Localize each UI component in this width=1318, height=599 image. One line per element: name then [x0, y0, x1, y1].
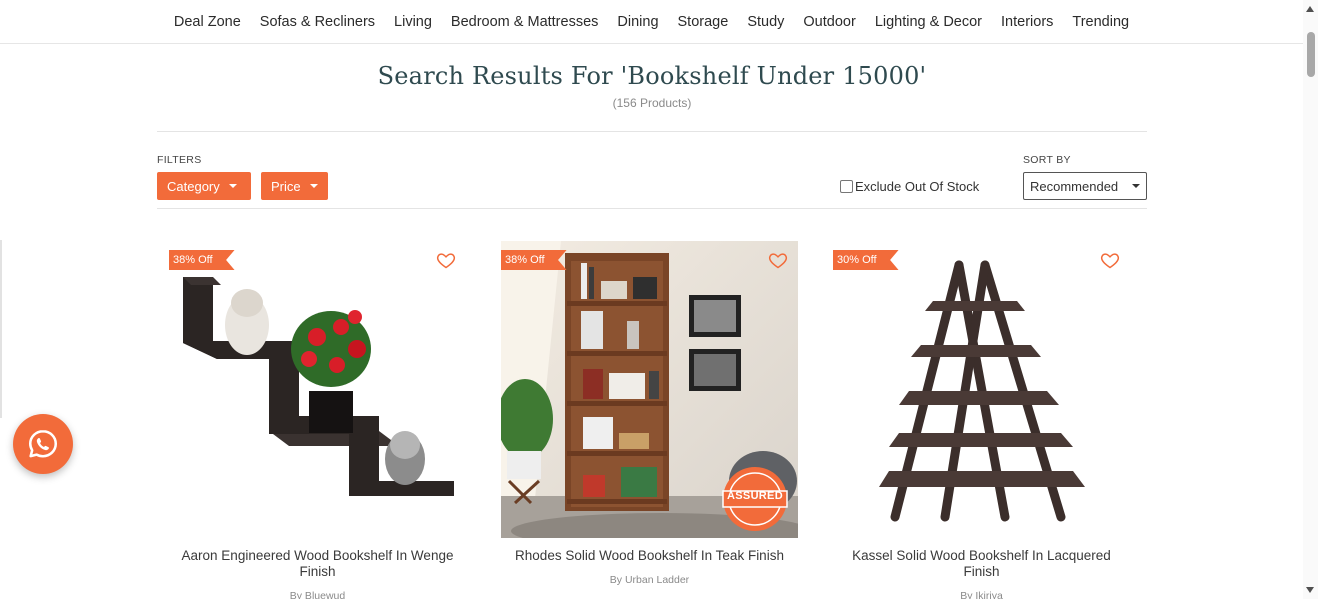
product-card[interactable]: 38% Off ASSURED Rhodes Solid Wood Booksh…	[501, 241, 798, 586]
page-scrollbar[interactable]	[1303, 0, 1318, 599]
product-name[interactable]: Rhodes Solid Wood Bookshelf In Teak Fini…	[501, 548, 798, 564]
divider	[157, 131, 1147, 132]
product-image[interactable]: 38% Off ASSURED	[501, 241, 798, 538]
price-filter-button[interactable]: Price	[261, 172, 328, 200]
discount-badge: 38% Off	[169, 250, 235, 270]
ladder-bookshelf-image	[833, 241, 1130, 538]
filters-label: FILTERS	[157, 154, 202, 166]
scroll-down-arrow-icon[interactable]	[1306, 587, 1314, 593]
whatsapp-icon	[28, 429, 58, 458]
discount-badge: 30% Off	[833, 250, 899, 270]
sort-by-label: SORT BY	[1023, 154, 1071, 166]
exclude-out-of-stock-toggle[interactable]: Exclude Out Of Stock	[840, 179, 979, 194]
wishlist-heart-icon[interactable]	[436, 250, 456, 270]
divider	[157, 208, 1147, 209]
product-image[interactable]: 38% Off	[169, 241, 466, 538]
nav-item-dining[interactable]: Dining	[608, 14, 668, 30]
price-filter-label: Price	[271, 178, 301, 194]
wishlist-heart-icon[interactable]	[1100, 250, 1120, 270]
exclude-out-of-stock-checkbox[interactable]	[840, 180, 853, 193]
search-results-header: Search Results For 'Bookshelf Under 1500…	[157, 62, 1147, 110]
nav-item-sofas-recliners[interactable]: Sofas & Recliners	[250, 14, 384, 30]
nav-item-interiors[interactable]: Interiors	[992, 14, 1063, 30]
nav-item-lighting-decor[interactable]: Lighting & Decor	[865, 14, 991, 30]
scroll-up-arrow-icon[interactable]	[1306, 6, 1314, 12]
nav-item-deal-zone[interactable]: Deal Zone	[164, 14, 250, 30]
product-name[interactable]: Kassel Solid Wood Bookshelf In Lacquered…	[833, 548, 1130, 580]
product-brand: By Ikiriya	[960, 590, 1003, 599]
wishlist-heart-icon[interactable]	[768, 250, 788, 270]
product-count: (156 Products)	[612, 96, 692, 110]
top-navigation: Deal Zone Sofas & Recliners Living Bedro…	[0, 0, 1303, 44]
product-card[interactable]: 38% Off Aaron Engineered Wood Bookshelf …	[169, 241, 466, 599]
nav-item-storage[interactable]: Storage	[668, 14, 738, 30]
discount-badge: 38% Off	[501, 250, 567, 270]
nav-item-living[interactable]: Living	[385, 14, 442, 30]
wall-shelf-image	[169, 241, 466, 538]
scroll-thumb[interactable]	[1307, 32, 1315, 77]
nav-menu: Deal Zone Sofas & Recliners Living Bedro…	[164, 14, 1138, 30]
caret-down-icon	[228, 184, 237, 188]
product-brand: By Bluewud	[289, 590, 346, 599]
nav-item-outdoor[interactable]: Outdoor	[794, 14, 865, 30]
caret-down-icon	[1132, 184, 1140, 188]
nav-item-trending[interactable]: Trending	[1063, 14, 1139, 30]
product-card[interactable]: 30% Off Kassel Solid Wood Bookshelf In L…	[833, 241, 1130, 599]
assured-seal-text: ASSURED	[727, 490, 783, 502]
nav-item-study[interactable]: Study	[738, 14, 794, 30]
page-title: Search Results For 'Bookshelf Under 1500…	[377, 62, 927, 90]
caret-down-icon	[309, 184, 318, 188]
product-name[interactable]: Aaron Engineered Wood Bookshelf In Wenge…	[169, 548, 466, 580]
exclude-out-of-stock-label: Exclude Out Of Stock	[855, 179, 980, 194]
whatsapp-chat-button[interactable]	[13, 414, 73, 474]
side-edge-divider	[0, 240, 2, 418]
category-filter-button[interactable]: Category	[157, 172, 251, 200]
product-image[interactable]: 30% Off	[833, 241, 1130, 538]
sort-selected-value: Recommended	[1030, 178, 1119, 194]
nav-item-bedroom-mattresses[interactable]: Bedroom & Mattresses	[441, 14, 607, 30]
sort-by-select[interactable]: Recommended	[1023, 172, 1147, 200]
category-filter-label: Category	[167, 178, 220, 194]
product-brand: By Urban Ladder	[609, 574, 690, 586]
